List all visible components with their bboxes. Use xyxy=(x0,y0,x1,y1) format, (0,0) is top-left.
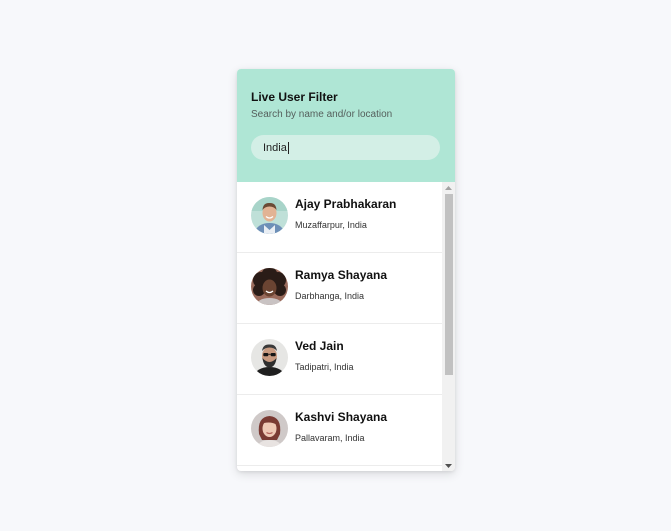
user-name: Ramya Shayana xyxy=(295,268,388,282)
avatar xyxy=(251,268,288,305)
user-name: Ved Jain xyxy=(295,339,344,353)
avatar xyxy=(251,339,288,376)
man-beard-sunglasses-avatar-icon xyxy=(251,339,288,376)
scrollbar-thumb[interactable] xyxy=(445,194,453,375)
woman-curly-hair-avatar-icon xyxy=(251,268,288,305)
scroll-down-arrow-icon[interactable] xyxy=(442,460,455,471)
woman-red-hair-avatar-icon xyxy=(251,410,288,447)
list-scrollbar[interactable] xyxy=(442,182,455,471)
user-location: Muzaffarpur, India xyxy=(295,220,367,230)
list-item[interactable]: Ramya Shayana Darbhanga, India xyxy=(237,253,442,324)
user-name: Kashvi Shayana xyxy=(295,410,388,424)
scroll-up-arrow-icon[interactable] xyxy=(442,182,455,193)
header-title: Live User Filter xyxy=(251,90,338,104)
user-location: Tadipatri, India xyxy=(295,362,354,372)
filter-header: Live User Filter Search by name and/or l… xyxy=(237,69,455,182)
user-list: Ajay Prabhakaran Muzaffarpur, India Ramy… xyxy=(237,182,455,471)
search-input[interactable]: India xyxy=(251,135,440,160)
avatar xyxy=(251,410,288,447)
man-smiling-avatar-icon xyxy=(251,197,288,234)
user-location: Darbhanga, India xyxy=(295,291,365,301)
list-item[interactable]: Kashvi Shayana Pallavaram, India xyxy=(237,395,442,466)
user-filter-card: Live User Filter Search by name and/or l… xyxy=(237,69,455,471)
list-item[interactable]: Ajay Prabhakaran Muzaffarpur, India xyxy=(237,182,442,253)
avatar xyxy=(251,197,288,234)
user-location: Pallavaram, India xyxy=(295,433,365,443)
user-name: Ajay Prabhakaran xyxy=(295,197,397,211)
text-caret xyxy=(287,141,289,154)
list-item[interactable]: Ved Jain Tadipatri, India xyxy=(237,324,442,395)
search-input-value: India xyxy=(263,141,287,154)
header-subtitle: Search by name and/or location xyxy=(251,109,393,120)
